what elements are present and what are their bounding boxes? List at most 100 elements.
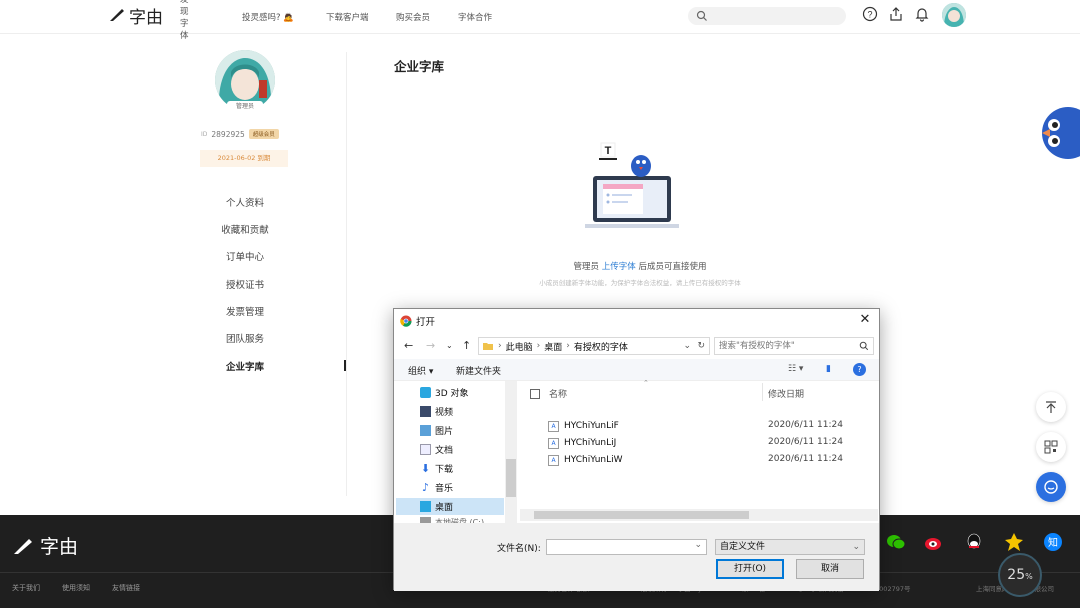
tree-label: 桌面 bbox=[435, 503, 454, 513]
search-input[interactable] bbox=[688, 7, 846, 25]
role-tag: 管理员 bbox=[227, 101, 263, 112]
view-options-icon[interactable]: ☷ ▾ bbox=[788, 364, 803, 374]
close-icon[interactable]: ✕ bbox=[857, 312, 873, 328]
back-to-top-button[interactable] bbox=[1036, 392, 1066, 422]
tree-scroll-thumb[interactable] bbox=[506, 459, 516, 497]
cube-icon bbox=[420, 387, 431, 398]
empty-message: 管理员 上传字体 后成员可直接使用 bbox=[480, 260, 800, 272]
share-icon[interactable] bbox=[888, 6, 904, 22]
user-id: ID 2892925 超级会员 bbox=[201, 129, 279, 139]
menu-team[interactable]: 团队服务 bbox=[205, 331, 285, 345]
footer-link-about[interactable]: 关于我们 bbox=[12, 583, 40, 593]
tree-item-pictures[interactable]: 图片 bbox=[420, 422, 504, 439]
breadcrumb-pc[interactable]: 此电脑 bbox=[506, 340, 533, 353]
file-row[interactable]: A HYChiYunLiW bbox=[548, 452, 623, 468]
open-button[interactable]: 打开(O) bbox=[716, 559, 784, 579]
nav-inspiration[interactable]: 投灵感吗? 🙇 bbox=[242, 11, 294, 23]
chevron-down-icon[interactable]: ⌄ bbox=[694, 540, 702, 550]
refresh-icon[interactable]: ↻ bbox=[697, 341, 705, 351]
user-avatar[interactable] bbox=[942, 3, 966, 27]
illus-letter: T bbox=[605, 145, 612, 157]
tree-item-3d-objects[interactable]: 3D 对象 bbox=[420, 384, 504, 401]
qr-code-button[interactable] bbox=[1036, 432, 1066, 462]
recent-chevron-icon[interactable]: ⌄ bbox=[446, 341, 453, 350]
qzone-icon[interactable] bbox=[1004, 532, 1024, 552]
path-sep-icon: › bbox=[498, 341, 502, 351]
help-icon[interactable]: ? bbox=[862, 6, 878, 22]
path-box[interactable]: › 此电脑 › 桌面 › 有授权的字体 ⌄ ↻ bbox=[478, 337, 710, 355]
list-scroll-thumb[interactable] bbox=[534, 511, 749, 519]
mascot-bird-icon[interactable] bbox=[1040, 105, 1080, 161]
page-title: 企业字库 bbox=[394, 59, 445, 74]
tree-item-music[interactable]: ♪ 音乐 bbox=[420, 479, 504, 496]
qq-icon[interactable] bbox=[964, 532, 984, 552]
film-icon bbox=[420, 406, 431, 417]
menu-invoices[interactable]: 发票管理 bbox=[205, 304, 285, 318]
folder-search-input[interactable]: 搜索"有授权的字体" bbox=[714, 337, 874, 355]
forward-arrow-icon[interactable]: → bbox=[426, 339, 435, 352]
menu-profile[interactable]: 个人资料 bbox=[205, 195, 285, 209]
empty-illustration: T bbox=[585, 142, 679, 228]
nav-buy-vip[interactable]: 购买会员 bbox=[396, 11, 430, 23]
tree-item-downloads[interactable]: ⬇ 下载 bbox=[420, 460, 504, 477]
back-arrow-icon[interactable]: ← bbox=[404, 339, 413, 352]
breadcrumb-desktop[interactable]: 桌面 bbox=[544, 340, 562, 353]
nav-tree: 3D 对象 视频 图片 文档 ⬇ 下载 ♪ 音乐 桌面 本地磁盘 (C:) bbox=[394, 381, 517, 529]
tree-label: 文档 bbox=[435, 446, 454, 456]
menu-licenses[interactable]: 授权证书 bbox=[205, 277, 285, 291]
bell-icon[interactable] bbox=[914, 6, 930, 22]
preview-pane-icon[interactable]: ▮ bbox=[826, 364, 831, 374]
tree-label: 视频 bbox=[435, 408, 454, 418]
column-name[interactable]: 名称 bbox=[549, 387, 567, 400]
new-folder-button[interactable]: 新建文件夹 bbox=[456, 364, 501, 377]
nav-download-client[interactable]: 下载客户端 bbox=[326, 11, 369, 23]
footer-logo[interactable]: 字由 bbox=[12, 532, 78, 559]
nav-discover-fonts[interactable]: 发现字体 bbox=[180, 0, 189, 41]
menu-orders[interactable]: 订单中心 bbox=[205, 249, 285, 263]
breadcrumb-folder[interactable]: 有授权的字体 bbox=[574, 340, 628, 353]
tree-scrollbar[interactable] bbox=[505, 381, 517, 529]
file-name: HYChiYunLiF bbox=[564, 421, 619, 431]
file-name: HYChiYunLiJ bbox=[564, 438, 617, 448]
tree-item-desktop[interactable]: 桌面 bbox=[396, 498, 504, 515]
chat-button[interactable] bbox=[1036, 472, 1066, 502]
help-icon[interactable]: ? bbox=[853, 363, 866, 376]
nav-font-cooperation[interactable]: 字体合作 bbox=[458, 11, 492, 23]
upload-font-link[interactable]: 上传字体 bbox=[602, 262, 636, 272]
footer-link-friends[interactable]: 友情链接 bbox=[112, 583, 140, 593]
file-row[interactable]: A HYChiYunLiF bbox=[548, 418, 619, 434]
column-date[interactable]: 修改日期 bbox=[768, 387, 804, 400]
chevron-down-icon[interactable]: ⌄ bbox=[683, 341, 691, 351]
weibo-icon[interactable] bbox=[924, 532, 944, 552]
tree-item-videos[interactable]: 视频 bbox=[420, 403, 504, 420]
chevron-down-icon: ⌄ bbox=[852, 542, 860, 552]
up-arrow-icon[interactable]: ↑ bbox=[462, 339, 471, 352]
filename-input[interactable]: ⌄ bbox=[546, 539, 707, 555]
brush-icon bbox=[14, 538, 32, 554]
filename-label: 文件名(N): bbox=[497, 544, 541, 554]
expire-date: 2021-06-02 到期 bbox=[200, 150, 288, 167]
empty-text-a: 管理员 bbox=[573, 262, 602, 272]
zhihu-icon[interactable]: 知 bbox=[1043, 532, 1063, 552]
footer-link-terms[interactable]: 使用须知 bbox=[62, 583, 90, 593]
menu-enterprise-fonts[interactable]: 企业字库 bbox=[205, 359, 285, 373]
font-file-icon: A bbox=[548, 437, 559, 449]
dialog-footer bbox=[394, 523, 879, 591]
progress-unit: % bbox=[1025, 572, 1033, 581]
site-logo[interactable]: 字由 bbox=[108, 4, 163, 28]
file-date: 2020/6/11 11:24 bbox=[768, 437, 843, 447]
nav-inspiration-label: 投灵感吗? bbox=[242, 13, 281, 23]
filetype-select[interactable]: 自定义文件 ⌄ bbox=[715, 539, 865, 555]
path-sep-icon: › bbox=[536, 341, 541, 351]
organize-button[interactable]: 组织 ▾ bbox=[408, 364, 433, 377]
tree-label: 3D 对象 bbox=[435, 389, 469, 399]
cancel-button[interactable]: 取消 bbox=[796, 559, 864, 579]
sort-caret-icon: ⌃ bbox=[643, 379, 649, 387]
select-all-checkbox[interactable] bbox=[530, 389, 540, 399]
dialog-titlebar: 打开 ✕ bbox=[394, 309, 879, 333]
menu-favorites[interactable]: 收藏和贡献 bbox=[205, 222, 285, 236]
tree-item-documents[interactable]: 文档 bbox=[420, 441, 504, 458]
file-row[interactable]: A HYChiYunLiJ bbox=[548, 435, 616, 451]
document-icon bbox=[420, 444, 431, 455]
wechat-icon[interactable] bbox=[886, 532, 906, 552]
